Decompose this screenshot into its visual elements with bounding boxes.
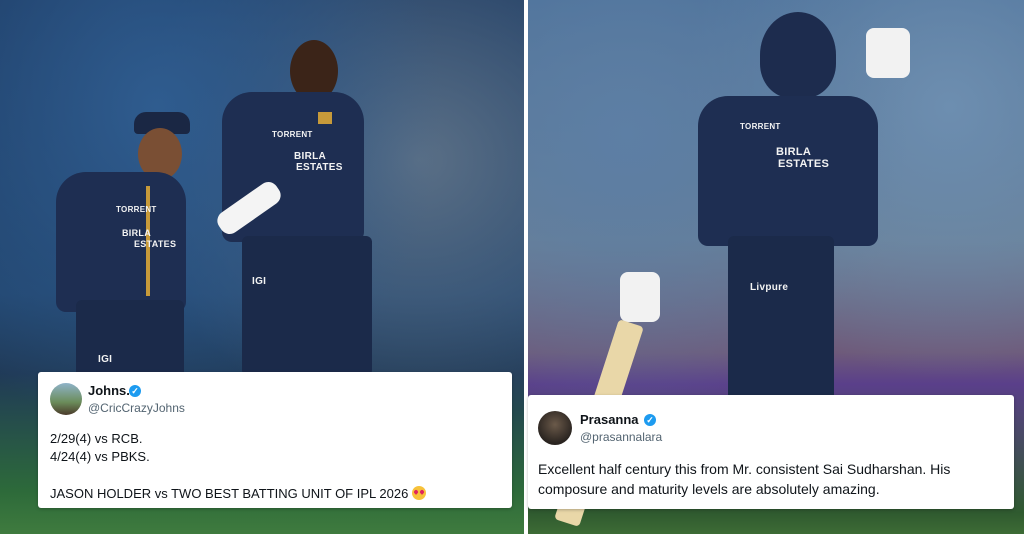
jersey-text-livpure: Livpure [750, 282, 789, 293]
tweet-author-name[interactable]: Prasanna [580, 412, 639, 427]
verified-badge-icon: ✓ [644, 414, 656, 426]
tweet-author-name[interactable]: Johns. [88, 383, 130, 398]
jersey-text-torrent: TORRENT [272, 130, 313, 139]
jersey-text-birla: BIRLA [776, 146, 812, 158]
verified-badge-icon: ✓ [129, 385, 141, 397]
player-batter-glove-lower [620, 272, 660, 322]
tweet-card-johns[interactable]: Johns. ✓ @CricCrazyJohns 2/29(4) vs RCB.… [38, 372, 512, 508]
tweet-line: 4/24(4) vs PBKS. [50, 449, 150, 464]
player-batter-glove-raised [866, 28, 910, 78]
tweet-author-handle[interactable]: @prasannalara [580, 430, 662, 444]
tweet-line: JASON HOLDER vs TWO BEST BATTING UNIT OF… [50, 486, 427, 501]
jersey-text-birla: BIRLA [294, 151, 327, 162]
tweet-body: Excellent half century this from Mr. con… [538, 461, 951, 497]
player-batter-helmet [760, 12, 836, 98]
player-batter-jersey [698, 96, 878, 246]
player-cap-legs [76, 300, 184, 380]
jersey-text-estates: ESTATES [296, 162, 343, 173]
jersey-text-birla: BIRLA [122, 228, 151, 238]
tweet-card-prasanna[interactable]: Prasanna ✓ @prasannalara Excellent half … [528, 395, 1014, 509]
jersey-text-estates: ESTATES [134, 239, 177, 249]
tweet-line: 2/29(4) vs RCB. [50, 431, 143, 446]
tweet-author-handle[interactable]: @CricCrazyJohns [88, 401, 185, 415]
jersey-text-igi: IGI [98, 354, 113, 365]
jersey-text-torrent: TORRENT [740, 122, 781, 131]
jersey-collar [318, 112, 332, 124]
jersey-text-estates: ESTATES [778, 158, 830, 170]
heart-eyes-emoji-icon [412, 486, 427, 500]
player-holder-legs [242, 236, 372, 376]
player-batter-legs [728, 236, 834, 406]
jersey-text-torrent: TORRENT [116, 205, 157, 214]
jersey-text-igi: IGI [252, 276, 267, 287]
avatar[interactable] [50, 383, 82, 415]
tweet-line-text: JASON HOLDER vs TWO BEST BATTING UNIT OF… [50, 486, 409, 501]
avatar[interactable] [538, 411, 572, 445]
